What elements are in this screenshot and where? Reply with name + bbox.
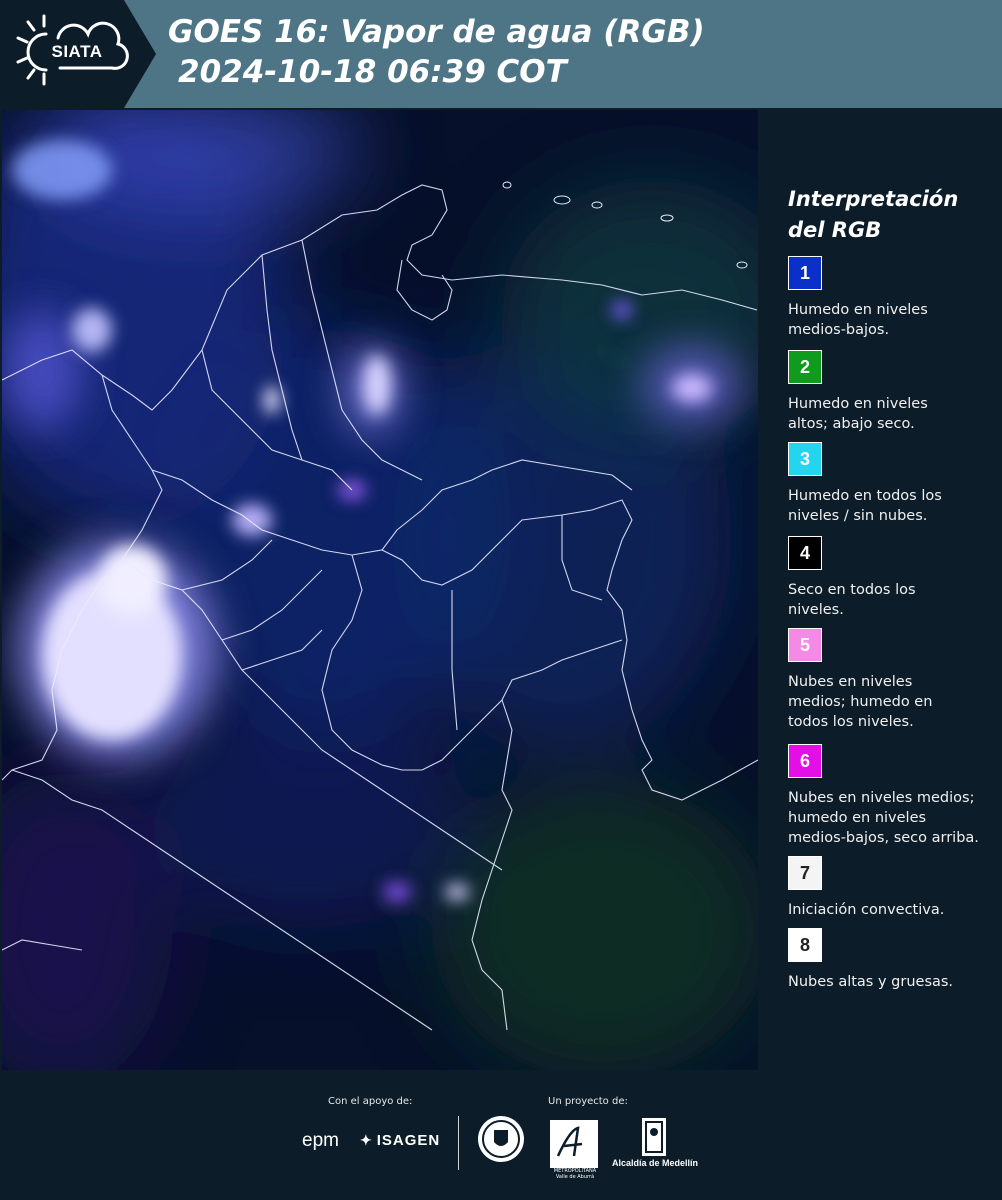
legend-swatch: 8	[788, 928, 822, 962]
legend-item: 4 Seco en todos los niveles.	[788, 536, 998, 620]
legend-description-line: humedo en niveles	[788, 810, 927, 826]
legend-description-line: Nubes en niveles	[788, 674, 913, 690]
legend-title-line2: del RGB	[788, 218, 882, 242]
epm-logo: epm	[302, 1130, 339, 1151]
legend-description: Seco en todos los niveles.	[788, 580, 998, 620]
support-label: Con el apoyo de:	[328, 1096, 413, 1107]
area-metropolitana-logo	[550, 1120, 598, 1168]
siata-logo: SIATA	[0, 0, 156, 108]
legend-description-line: Seco en todos los	[788, 582, 916, 598]
legend-description-line: medios; humedo en	[788, 694, 933, 710]
legend-item: 1 Humedo en niveles medios-bajos.	[788, 256, 998, 340]
legend-swatch: 6	[788, 744, 822, 778]
legend-title-line1: Interpretación	[788, 187, 959, 211]
alcaldia-shield-icon	[642, 1118, 666, 1156]
footer: Con el apoyo de: Un proyecto de: epm ✦ I…	[0, 1070, 1002, 1200]
alcaldia-text: Alcaldía de Medellín	[612, 1158, 699, 1168]
legend-item: 2 Humedo en niveles altos; abajo seco.	[788, 350, 998, 434]
legend-description-line: Humedo en todos los	[788, 488, 942, 504]
legend-swatch: 5	[788, 628, 822, 662]
legend-description: Humedo en niveles altos; abajo seco.	[788, 394, 998, 434]
legend-description: Nubes en niveles medios; humedo en nivele…	[788, 788, 998, 848]
legend-description-line: Humedo en niveles	[788, 396, 928, 412]
area-metropolitana-text: METROPOLITANA Valle de Aburrá	[553, 1168, 597, 1180]
legend-description: Humedo en niveles medios-bajos.	[788, 300, 998, 340]
timestamp: 2024-10-18 06:39 COT	[178, 54, 567, 90]
satellite-map	[2, 110, 758, 1070]
legend-description-line: altos; abajo seco.	[788, 416, 915, 432]
page-title: GOES 16: Vapor de agua (RGB)	[168, 14, 705, 50]
project-label: Un proyecto de:	[548, 1096, 628, 1107]
legend-description-line: niveles / sin nubes.	[788, 508, 928, 524]
legend-swatch: 1	[788, 256, 822, 290]
legend-item: 3 Humedo en todos los niveles / sin nubes.	[788, 442, 998, 526]
legend-swatch: 2	[788, 350, 822, 384]
legend-description-line: niveles.	[788, 602, 844, 618]
isagen-logo: ✦ ISAGEN	[360, 1132, 440, 1149]
legend-description: Nubes altas y gruesas.	[788, 972, 998, 992]
legend-item: 7 Iniciación convectiva.	[788, 856, 998, 920]
header-bar: SIATA GOES 16: Vapor de agua (RGB) 2024-…	[0, 0, 1002, 108]
legend-description-line: medios-bajos, seco arriba.	[788, 830, 979, 846]
legend-description: Humedo en todos los niveles / sin nubes.	[788, 486, 998, 526]
legend-item: 6 Nubes en niveles medios; humedo en nivel…	[788, 744, 998, 848]
legend-swatch: 4	[788, 536, 822, 570]
legend-description-line: Nubes altas y gruesas.	[788, 974, 954, 990]
legend-swatch: 7	[788, 856, 822, 890]
legend-item: 5 Nubes en niveles medios; humedo en todos …	[788, 628, 998, 732]
legend-title: Interpretación del RGB	[788, 184, 958, 246]
antioquia-seal-icon	[478, 1116, 524, 1162]
legend-panel: Interpretación del RGB 1 Humedo en nivele…	[764, 110, 1002, 1070]
legend-swatch: 3	[788, 442, 822, 476]
legend-description: Iniciación convectiva.	[788, 900, 998, 920]
legend-description-line: Humedo en niveles	[788, 302, 928, 318]
isagen-text: ISAGEN	[376, 1132, 441, 1149]
legend-description-line: Nubes en niveles medios;	[788, 790, 975, 806]
legend-description-line: todos los niveles.	[788, 714, 914, 730]
legend-item: 8 Nubes altas y gruesas.	[788, 928, 998, 992]
footer-divider	[458, 1116, 459, 1170]
isagen-icon: ✦	[360, 1132, 373, 1148]
legend-description-line: medios-bajos.	[788, 322, 890, 338]
legend-description-line: Iniciación convectiva.	[788, 902, 945, 918]
logo-text: SIATA	[51, 42, 103, 61]
legend-description: Nubes en niveles medios; humedo en todos l…	[788, 672, 998, 732]
